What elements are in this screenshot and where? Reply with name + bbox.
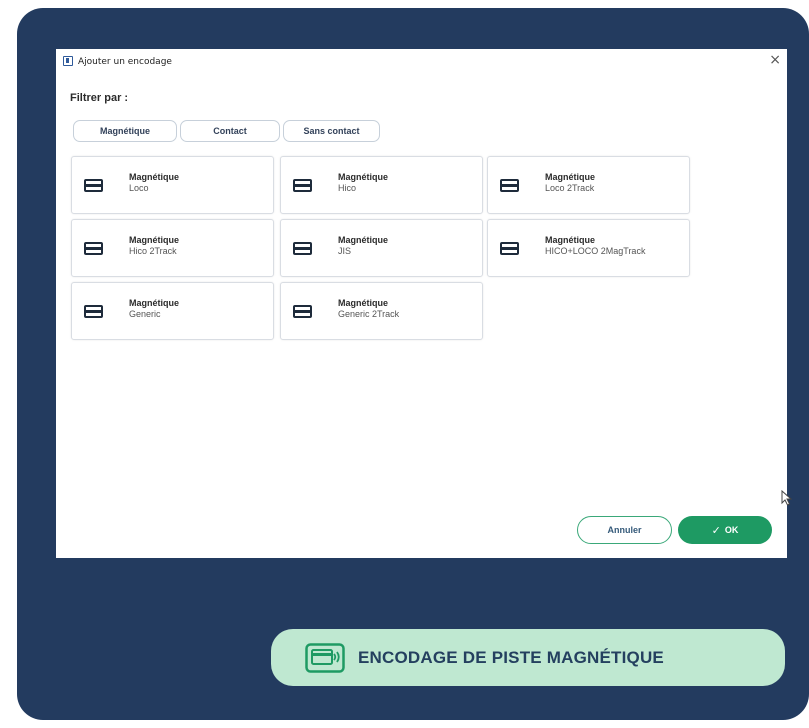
ok-label: OK: [724, 525, 739, 535]
filter-magnetique-button[interactable]: Magnétique: [73, 120, 177, 142]
encoding-tile-hico[interactable]: Magnétique Hico: [280, 156, 483, 214]
add-encoding-dialog: Ajouter un encodage × Filtrer par : Magn…: [56, 49, 793, 558]
mouse-cursor-icon: [781, 490, 793, 506]
filter-label: Filtrer par :: [70, 92, 129, 104]
tile-title: Magnétique: [129, 298, 180, 308]
caption-text: ENCODAGE DE PISTE MAGNÉTIQUE: [358, 648, 664, 667]
tile-subtitle: HICO+LOCO 2MagTrack: [545, 246, 646, 256]
encoding-tile-hico-2track[interactable]: Magnétique Hico 2Track: [71, 219, 274, 277]
ok-button[interactable]: ✓ OK: [678, 516, 772, 544]
magnetic-card-icon: [293, 305, 312, 318]
filter-contact-button[interactable]: Contact: [180, 120, 280, 142]
tile-title: Magnétique: [129, 172, 180, 182]
magnetic-card-icon: [84, 305, 103, 318]
magnetic-card-icon: [500, 179, 519, 192]
tile-title: Magnétique: [338, 235, 389, 245]
card-reader-icon: [305, 643, 345, 673]
encoding-tile-jis[interactable]: Magnétique JIS: [280, 219, 483, 277]
encoding-tile-loco-2track[interactable]: Magnétique Loco 2Track: [487, 156, 690, 214]
tile-subtitle: JIS: [338, 246, 352, 256]
tile-subtitle: Generic 2Track: [338, 309, 400, 319]
tile-subtitle: Hico 2Track: [129, 246, 177, 256]
tile-title: Magnétique: [338, 172, 389, 182]
caption-badge: ENCODAGE DE PISTE MAGNÉTIQUE: [271, 629, 785, 686]
encoding-tile-generic-2track[interactable]: Magnétique Generic 2Track: [280, 282, 483, 340]
app-icon: [63, 56, 73, 66]
tile-title: Magnétique: [129, 235, 180, 245]
check-icon: ✓: [711, 523, 721, 537]
tile-subtitle: Generic: [129, 309, 161, 319]
tile-subtitle: Hico: [338, 183, 357, 193]
dialog-titlebar: Ajouter un encodage ×: [56, 49, 787, 75]
cancel-button[interactable]: Annuler: [577, 516, 672, 544]
tile-subtitle: Loco: [129, 183, 149, 193]
tile-title: Magnétique: [545, 235, 596, 245]
tile-subtitle: Loco 2Track: [545, 183, 595, 193]
close-icon[interactable]: ×: [769, 52, 781, 68]
magnetic-card-icon: [84, 179, 103, 192]
encoding-tile-generic[interactable]: Magnétique Generic: [71, 282, 274, 340]
dialog-title: Ajouter un encodage: [78, 57, 172, 67]
filter-sans-contact-button[interactable]: Sans contact: [283, 120, 380, 142]
encoding-tile-hico-loco-2magtrack[interactable]: Magnétique HICO+LOCO 2MagTrack: [487, 219, 690, 277]
tile-title: Magnétique: [545, 172, 596, 182]
magnetic-card-icon: [293, 179, 312, 192]
magnetic-card-icon: [84, 242, 103, 255]
encoding-tile-loco[interactable]: Magnétique Loco: [71, 156, 274, 214]
magnetic-card-icon: [500, 242, 519, 255]
tile-title: Magnétique: [338, 298, 389, 308]
magnetic-card-icon: [293, 242, 312, 255]
